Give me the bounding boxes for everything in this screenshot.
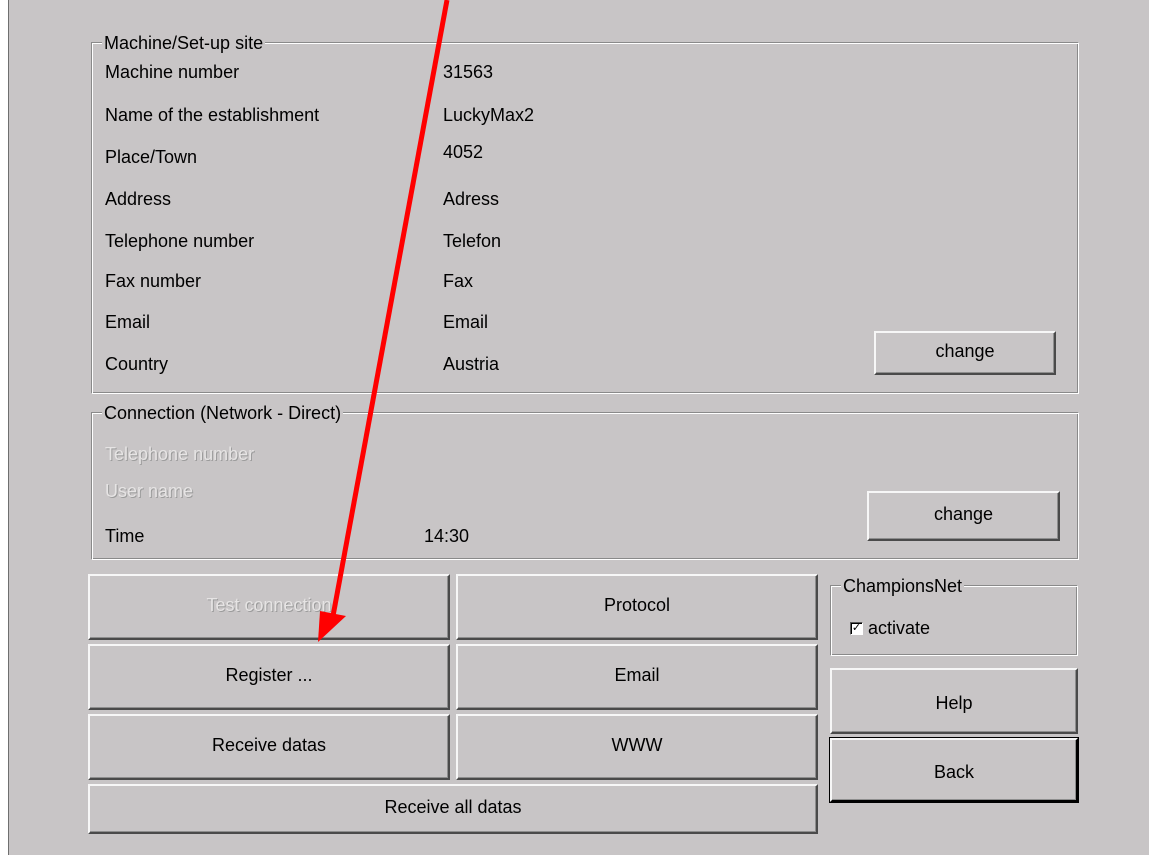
register-button[interactable]: Register ... bbox=[88, 644, 450, 710]
connection-telephone-label: Telephone number bbox=[105, 444, 255, 464]
test-connection-label: Test connection bbox=[206, 594, 332, 615]
receive-all-datas-label: Receive all datas bbox=[384, 796, 522, 817]
protocol-button[interactable]: Protocol bbox=[456, 574, 818, 640]
help-button[interactable]: Help bbox=[830, 668, 1078, 734]
receive-datas-label: Receive datas bbox=[211, 734, 327, 755]
championsnet-legend: ChampionsNet bbox=[841, 576, 965, 596]
settings-screen: Machine/Set-up site Machine number 31563… bbox=[0, 0, 1149, 855]
establishment-name-label: Name of the establishment bbox=[105, 105, 320, 125]
connection-legend: Connection (Network - Direct) bbox=[102, 403, 344, 423]
www-label: WWW bbox=[611, 734, 663, 755]
back-label: Back bbox=[933, 761, 975, 782]
country-label: Country bbox=[105, 354, 169, 374]
country-value: Austria bbox=[443, 354, 500, 374]
connection-change-button[interactable]: change bbox=[867, 491, 1060, 541]
email-value: Email bbox=[443, 312, 489, 332]
activate-label: activate bbox=[868, 618, 931, 638]
address-value: Adress bbox=[443, 189, 500, 209]
fax-value: Fax bbox=[443, 271, 474, 291]
register-label: Register ... bbox=[225, 664, 313, 685]
place-town-label: Place/Town bbox=[105, 147, 198, 167]
test-connection-button[interactable]: Test connection bbox=[88, 574, 450, 640]
email-label: Email bbox=[105, 312, 151, 332]
machine-number-value: 31563 bbox=[443, 62, 494, 82]
machine-number-label: Machine number bbox=[105, 62, 240, 82]
telephone-label: Telephone number bbox=[105, 231, 255, 251]
help-label: Help bbox=[935, 692, 973, 713]
connection-user-label: User name bbox=[105, 481, 194, 501]
machine-site-change-label: change bbox=[935, 340, 995, 361]
machine-site-legend: Machine/Set-up site bbox=[102, 33, 266, 53]
back-button[interactable]: Back bbox=[829, 737, 1079, 803]
email-button-label: Email bbox=[614, 664, 660, 685]
place-town-value: 4052 bbox=[443, 142, 484, 162]
machine-site-change-button[interactable]: change bbox=[874, 331, 1056, 375]
receive-all-datas-button[interactable]: Receive all datas bbox=[88, 784, 818, 834]
email-button[interactable]: Email bbox=[456, 644, 818, 710]
telephone-value: Telefon bbox=[443, 231, 502, 251]
activate-checkbox[interactable]: ✓ bbox=[850, 622, 863, 635]
connection-change-label: change bbox=[933, 503, 994, 524]
receive-datas-button[interactable]: Receive datas bbox=[88, 714, 450, 780]
protocol-label: Protocol bbox=[603, 594, 671, 615]
www-button[interactable]: WWW bbox=[456, 714, 818, 780]
fax-label: Fax number bbox=[105, 271, 202, 291]
connection-time-label: Time bbox=[105, 526, 145, 546]
connection-time-value: 14:30 bbox=[424, 526, 470, 546]
address-label: Address bbox=[105, 189, 172, 209]
establishment-name-value: LuckyMax2 bbox=[443, 105, 535, 125]
